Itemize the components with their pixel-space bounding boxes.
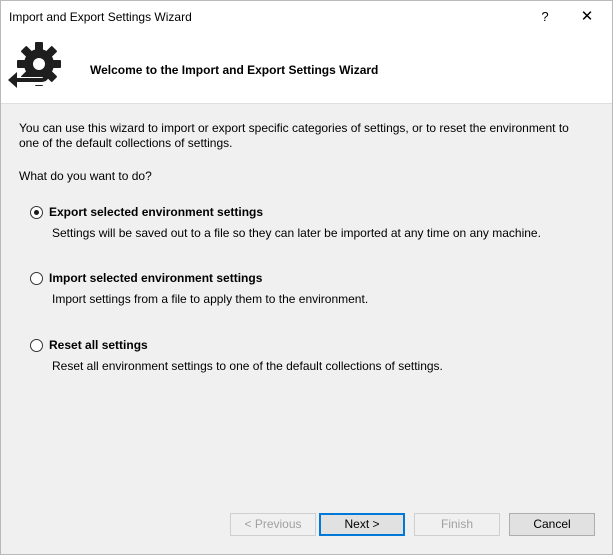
header-title: Welcome to the Import and Export Setting… (90, 63, 379, 77)
export-label[interactable]: Export selected environment settings (49, 205, 263, 219)
export-description: Settings will be saved out to a file so … (52, 226, 541, 240)
intro-text: You can use this wizard to import or exp… (19, 121, 569, 150)
finish-button[interactable]: Finish (414, 513, 500, 536)
wizard-header: Welcome to the Import and Export Setting… (1, 33, 612, 104)
reset-radio[interactable] (30, 339, 43, 352)
reset-description: Reset all environment settings to one of… (52, 359, 443, 373)
reset-label[interactable]: Reset all settings (49, 338, 148, 352)
cancel-button[interactable]: Cancel (509, 513, 595, 536)
question-text: What do you want to do? (19, 169, 152, 183)
help-button[interactable]: ? (527, 3, 563, 31)
window-title: Import and Export Settings Wizard (9, 10, 192, 24)
import-radio[interactable] (30, 272, 43, 285)
wizard-content: You can use this wizard to import or exp… (1, 104, 612, 504)
gear-arrow-icon (8, 42, 61, 88)
title-bar: Import and Export Settings Wizard ? ✕ (1, 1, 612, 33)
close-button[interactable]: ✕ (567, 3, 607, 31)
wizard-window: Import and Export Settings Wizard ? ✕ We… (0, 0, 613, 555)
import-description: Import settings from a file to apply the… (52, 292, 369, 306)
export-radio[interactable] (30, 206, 43, 219)
next-button[interactable]: Next > (319, 513, 405, 536)
previous-button[interactable]: < Previous (230, 513, 316, 536)
import-label[interactable]: Import selected environment settings (49, 271, 262, 285)
